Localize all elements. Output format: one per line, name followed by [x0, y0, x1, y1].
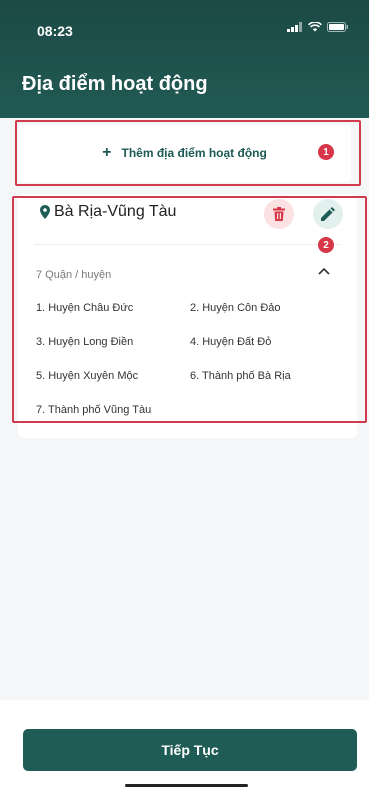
status-bar: 08:23 — [0, 0, 369, 56]
page-title: Địa điểm hoạt động — [22, 73, 208, 95]
status-time: 08:23 — [37, 23, 73, 39]
app-header: 08:23 Địa điểm hoạt động — [0, 0, 369, 118]
annotation-box-2 — [12, 196, 367, 423]
signal-icon — [287, 22, 302, 32]
annotation-box-1 — [15, 120, 361, 186]
battery-icon — [327, 22, 348, 32]
continue-button[interactable]: Tiếp Tục — [23, 729, 357, 771]
annotation-badge-1: 1 — [318, 144, 334, 160]
status-icons — [287, 22, 349, 32]
wifi-icon — [308, 22, 322, 32]
annotation-badge-2: 2 — [318, 237, 334, 253]
